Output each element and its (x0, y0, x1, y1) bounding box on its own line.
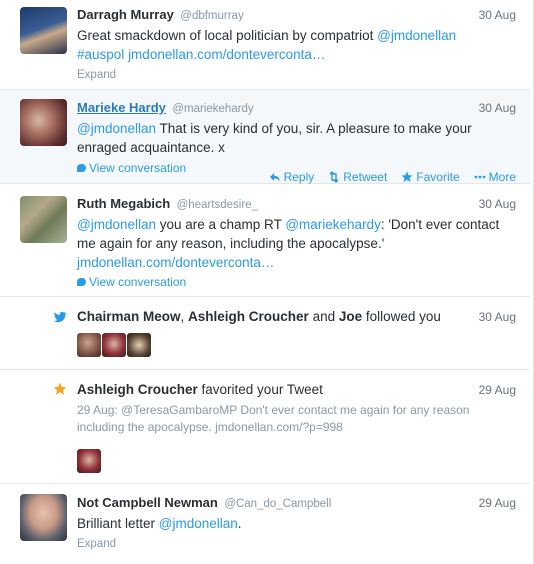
activity-time[interactable]: 30 Aug (479, 308, 516, 326)
view-conversation-link[interactable]: View conversation (77, 275, 516, 289)
tweet-time[interactable]: 30 Aug (479, 6, 516, 24)
text-segment: favorited your Tweet (197, 382, 323, 397)
retweet-label: Retweet (343, 170, 388, 184)
favorite-activity-item[interactable]: Ashleigh Croucher favorited your Tweet 2… (0, 370, 530, 484)
text-segment: Great smackdown of local politician by c… (77, 28, 378, 43)
mention-link[interactable]: @mariekehardy (285, 217, 381, 232)
follower-avatars (77, 333, 516, 357)
avatar[interactable] (20, 494, 67, 541)
favoriter-avatars (77, 449, 516, 473)
conversation-icon (77, 164, 86, 172)
tweet-header: Marieke Hardy @mariekehardy 30 Aug (77, 99, 516, 117)
tweet-item[interactable]: Marieke Hardy @mariekehardy 30 Aug @jmdo… (0, 90, 530, 184)
text-segment: you are a champ RT (156, 217, 286, 232)
tweet-text: @jmdonellan you are a champ RT @mariekeh… (77, 215, 516, 272)
expand-link[interactable]: Expand (77, 69, 516, 81)
follower-name[interactable]: Ashleigh Croucher (188, 309, 309, 324)
url-link[interactable]: jmdonellan.com/donteverconta… (128, 47, 325, 62)
more-button[interactable]: More (474, 170, 516, 184)
timeline-stream: Darragh Murray @dbfmurray 30 Aug Great s… (0, 0, 534, 564)
reply-button[interactable]: Reply (269, 170, 315, 184)
conversation-icon (77, 278, 86, 286)
tweet-item[interactable]: Darragh Murray @dbfmurray 30 Aug Great s… (0, 0, 530, 90)
activity-text: Chairman Meow, Ashleigh Croucher and Joe… (77, 309, 441, 324)
tweet-actions: Reply Retweet Favorite More (269, 170, 516, 184)
author-handle[interactable]: @mariekehardy (172, 103, 253, 115)
favoriter-name[interactable]: Ashleigh Croucher (77, 382, 198, 397)
retweet-icon (329, 171, 339, 183)
text-segment: Brilliant letter (77, 516, 159, 531)
author-name[interactable]: Darragh Murray (77, 7, 174, 22)
tweet-content: Not Campbell Newman @Can_do_Campbell 29 … (77, 494, 516, 550)
reply-icon (269, 173, 280, 182)
follower-name[interactable]: Chairman Meow (77, 309, 181, 324)
favorite-button[interactable]: Favorite (401, 170, 460, 184)
activity-content: Chairman Meow, Ashleigh Croucher and Joe… (77, 308, 516, 357)
tweet-time[interactable]: 30 Aug (479, 99, 516, 117)
avatar[interactable] (20, 196, 67, 243)
tweet-content: Darragh Murray @dbfmurray 30 Aug Great s… (77, 6, 516, 81)
author-handle[interactable]: @Can_do_Campbell (224, 498, 331, 510)
tweet-time[interactable]: 30 Aug (479, 195, 516, 213)
text-segment: . (237, 516, 242, 531)
view-conversation-label: View conversation (89, 275, 187, 289)
text-segment: , (180, 309, 189, 324)
tweet-text: Brilliant letter @jmdonellan. (77, 514, 516, 533)
author-handle[interactable]: @heartsdesire_ (177, 199, 258, 211)
favorite-label: Favorite (416, 170, 460, 184)
follow-activity-item[interactable]: Chairman Meow, Ashleigh Croucher and Joe… (0, 297, 530, 370)
reply-label: Reply (283, 170, 315, 184)
activity-header: Chairman Meow, Ashleigh Croucher and Joe… (77, 308, 516, 326)
tweet-item[interactable]: Ruth Megabich @heartsdesire_ 30 Aug @jmd… (0, 184, 530, 297)
more-icon (474, 175, 486, 179)
tweet-time[interactable]: 29 Aug (479, 494, 516, 512)
author-name[interactable]: Marieke Hardy (77, 100, 166, 115)
mention-link[interactable]: @jmdonellan (159, 516, 238, 531)
expand-link[interactable]: Expand (77, 538, 516, 550)
mini-avatar[interactable] (102, 333, 126, 357)
tweet-content: Marieke Hardy @mariekehardy 30 Aug @jmdo… (77, 99, 516, 184)
url-link[interactable]: jmdonellan.com/donteverconta… (77, 255, 274, 270)
hashtag-link[interactable]: #auspol (77, 47, 124, 62)
follower-name[interactable]: Joe (339, 309, 362, 324)
text-segment: and (308, 309, 339, 324)
tweet-text: Great smackdown of local politician by c… (77, 26, 516, 64)
text-segment: followed you (362, 309, 441, 324)
mention-link[interactable]: @jmdonellan (77, 121, 156, 136)
mini-avatar[interactable] (127, 333, 151, 357)
avatar[interactable] (20, 99, 67, 146)
twitter-bird-icon (53, 311, 67, 323)
retweet-button[interactable]: Retweet (328, 170, 387, 184)
author-handle[interactable]: @dbfmurray (180, 10, 243, 22)
tweet-content: Ruth Megabich @heartsdesire_ 30 Aug @jmd… (77, 195, 516, 289)
favorite-icon (401, 171, 413, 182)
mention-link[interactable]: @jmdonellan (377, 28, 456, 43)
activity-text: Ashleigh Croucher favorited your Tweet (77, 382, 323, 397)
avatar[interactable] (20, 7, 67, 54)
tweet-header: Not Campbell Newman @Can_do_Campbell 29 … (77, 494, 516, 512)
tweet-item[interactable]: Not Campbell Newman @Can_do_Campbell 29 … (0, 484, 530, 564)
mini-avatar[interactable] (77, 333, 101, 357)
author-name[interactable]: Ruth Megabich (77, 196, 170, 211)
author-name[interactable]: Not Campbell Newman (77, 495, 218, 510)
mention-link[interactable]: @jmdonellan (77, 217, 156, 232)
mini-avatar[interactable] (77, 449, 101, 473)
quoted-tweet[interactable]: 29 Aug: @TeresaGambaroMP Don't ever cont… (77, 402, 516, 436)
star-icon (53, 382, 67, 395)
activity-time[interactable]: 29 Aug (479, 381, 516, 399)
activity-content: Ashleigh Croucher favorited your Tweet 2… (77, 381, 516, 473)
more-label: More (488, 170, 516, 184)
tweet-header: Ruth Megabich @heartsdesire_ 30 Aug (77, 195, 516, 213)
tweet-header: Darragh Murray @dbfmurray 30 Aug (77, 6, 516, 24)
view-conversation-label: View conversation (89, 161, 187, 175)
tweet-text: @jmdonellan That is very kind of you, si… (77, 119, 516, 157)
activity-header: Ashleigh Croucher favorited your Tweet 2… (77, 381, 516, 399)
